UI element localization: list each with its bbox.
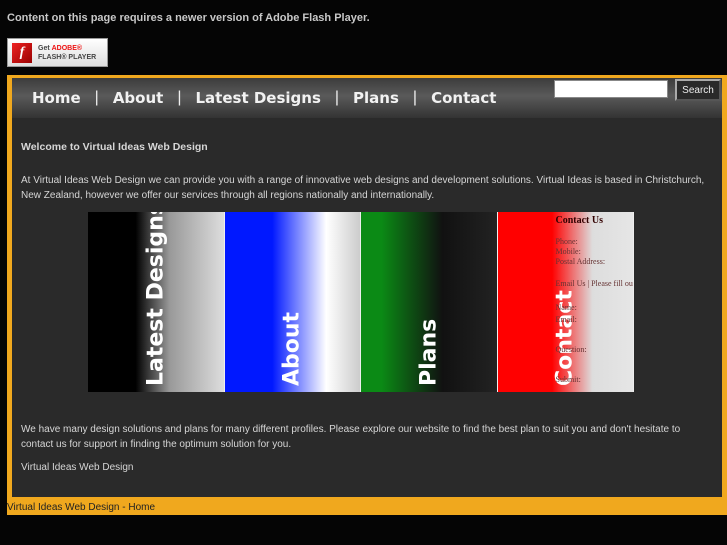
flash-logo-icon: f	[12, 42, 32, 63]
page-heading: Welcome to Virtual Ideas Web Design	[21, 141, 208, 153]
body-text: We have many design solutions and plans …	[21, 424, 681, 450]
banner-contact-line: Question:	[555, 345, 587, 354]
nav-separator: |	[94, 89, 99, 106]
banner-latest-designs[interactable]: Latest Designs	[88, 212, 225, 392]
banner-contact-line: Email Us | Please fill ou	[555, 279, 633, 288]
banner-plans[interactable]: Plans	[361, 212, 498, 392]
banner-label: Plans	[416, 318, 442, 386]
banner-contact-line: Phone:	[555, 237, 578, 246]
search-input[interactable]	[554, 80, 668, 98]
intro-text: At Virtual Ideas Web Design we can provi…	[21, 175, 705, 201]
banner: Latest Designs About Plans Contact Conta…	[88, 212, 634, 392]
banner-contact-line: Mobile:	[555, 247, 581, 256]
nav-contact[interactable]: Contact	[421, 89, 506, 107]
nav-separator: |	[177, 89, 182, 106]
flash-message: Content on this page requires a newer ve…	[7, 12, 370, 24]
banner-label: About	[279, 311, 305, 386]
banner-label: Latest Designs	[143, 212, 169, 386]
banner-contact[interactable]: Contact Contact Us Phone: Mobile: Postal…	[497, 212, 634, 392]
get-flash-player-button[interactable]: f Get ADOBE® FLASH® PLAYER	[7, 38, 108, 67]
badge-get: Get	[38, 44, 50, 52]
nav-plans[interactable]: Plans	[343, 89, 409, 107]
banner-contact-line: Submit:	[555, 375, 581, 384]
banner-contact-title: Contact Us	[555, 215, 604, 226]
nav-about[interactable]: About	[103, 89, 174, 107]
nav-separator: |	[334, 89, 340, 106]
main-nav: Home | About | Latest Designs | Plans | Cont…	[12, 78, 722, 118]
footer-text: Virtual Ideas Web Design - Home	[7, 502, 156, 513]
badge-adobe: ADOBE®	[51, 44, 83, 52]
nav-separator: |	[412, 89, 418, 106]
search-button[interactable]: Search	[675, 79, 721, 101]
badge-product: FLASH® PLAYER	[38, 53, 97, 61]
main-panel: Home | About | Latest Designs | Plans | Cont…	[12, 78, 722, 497]
banner-contact-line: Postal Address:	[555, 257, 606, 266]
banner-about[interactable]: About	[224, 212, 361, 392]
nav-latest-designs[interactable]: Latest Designs	[186, 89, 331, 107]
page-frame: Home | About | Latest Designs | Plans | Cont…	[7, 75, 727, 515]
signature: Virtual Ideas Web Design	[21, 462, 134, 473]
nav-home[interactable]: Home	[22, 89, 91, 107]
banner-contact-line: Email:	[555, 315, 577, 324]
banner-contact-line: Name:	[555, 303, 577, 312]
